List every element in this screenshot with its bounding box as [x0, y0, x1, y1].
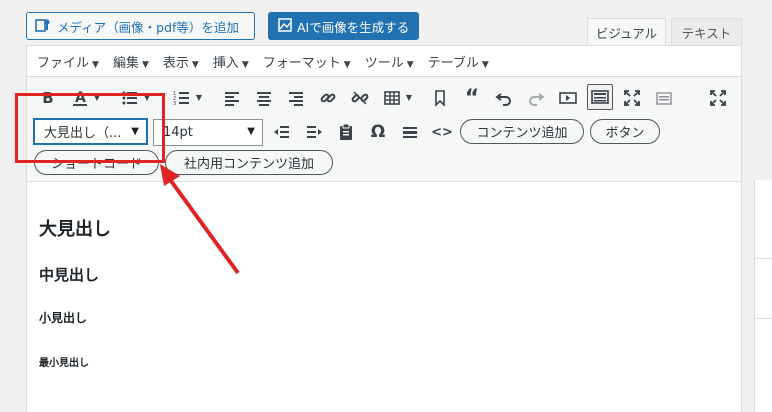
media-icon	[35, 17, 51, 36]
chevron-down-icon: ▼	[481, 59, 489, 70]
svg-text:3: 3	[173, 101, 176, 107]
font-size-select-value: 14pt	[163, 125, 193, 140]
tab-visual[interactable]: ビジュアル	[587, 18, 666, 45]
menu-file-label: ファイル	[37, 55, 90, 71]
button-insert-button[interactable]: ボタン	[590, 119, 660, 144]
menu-table[interactable]: テーブル ▼	[428, 52, 489, 71]
horizontal-line-icon[interactable]	[397, 119, 423, 145]
special-char-icon[interactable]: Ω	[365, 119, 391, 145]
heading-mid: 中見出し	[39, 266, 100, 284]
menu-table-label: テーブル	[427, 55, 479, 71]
button-insert-label: ボタン	[605, 126, 645, 141]
menu-insert[interactable]: 挿入 ▼	[213, 52, 249, 71]
blockquote-icon[interactable]: “	[459, 85, 485, 111]
chevron-down-icon: ▼	[343, 59, 351, 70]
chevron-down-icon: ▼	[241, 59, 249, 70]
numbered-list-icon[interactable]: 123 ▼	[169, 85, 202, 111]
menu-file[interactable]: ファイル ▼	[37, 52, 99, 71]
align-right-icon[interactable]	[283, 85, 309, 111]
content-add-button[interactable]: コンテンツ追加	[460, 119, 584, 144]
chevron-down-icon: ▼	[406, 59, 414, 70]
side-panel-edge	[754, 180, 772, 412]
menu-view[interactable]: 表示 ▼	[163, 52, 199, 71]
clipboard-icon[interactable]	[333, 119, 359, 145]
indent-icon[interactable]	[301, 119, 327, 145]
font-size-select[interactable]: 14pt ▼	[153, 119, 263, 146]
add-media-label: メディア（画像・pdf等）を追加	[57, 19, 239, 35]
ai-generate-label: AIで画像を生成する	[297, 19, 410, 35]
menu-tools-label: ツール	[364, 55, 404, 71]
table-icon[interactable]: ▼	[379, 85, 412, 111]
toolbar-toggle-icon[interactable]	[587, 84, 613, 110]
align-left-icon[interactable]	[219, 85, 245, 111]
tab-text[interactable]: テキスト	[671, 18, 742, 45]
code-icon[interactable]: <>	[429, 119, 455, 145]
chevron-down-icon: ▼	[92, 59, 99, 70]
heading-small: 小見出し	[39, 311, 88, 325]
menu-insert-label: 挿入	[212, 55, 239, 71]
add-media-button[interactable]: メディア（画像・pdf等）を追加	[26, 12, 255, 40]
link-icon[interactable]	[315, 85, 341, 111]
tab-text-label: テキスト	[681, 25, 732, 41]
align-center-icon[interactable]	[251, 85, 277, 111]
media-embed-icon[interactable]	[555, 85, 581, 111]
bookmark-icon[interactable]	[427, 85, 453, 111]
menu-view-label: 表示	[162, 55, 189, 71]
chevron-down-icon: ▼	[247, 126, 255, 137]
fullscreen-icon[interactable]	[619, 85, 645, 111]
unlink-icon[interactable]	[347, 85, 373, 111]
menu-edit-label: 編集	[112, 55, 139, 71]
menu-edit[interactable]: 編集 ▼	[113, 52, 149, 71]
outdent-icon[interactable]	[269, 119, 295, 145]
content-add-label: コンテンツ追加	[476, 126, 568, 141]
distraction-free-icon[interactable]	[705, 85, 731, 111]
chevron-down-icon: ▼	[191, 59, 199, 70]
menu-format-label: フォーマット	[262, 55, 341, 71]
menubar: ファイル ▼ 編集 ▼ 表示 ▼ 挿入 ▼ フォーマット ▼ ツール ▼ テーブル ▼	[27, 46, 741, 77]
menu-format[interactable]: フォーマット ▼	[263, 52, 351, 71]
redo-icon[interactable]	[523, 85, 549, 111]
image-icon	[278, 17, 292, 35]
annotation-highlight-box	[15, 93, 165, 163]
undo-icon[interactable]	[491, 85, 517, 111]
paste-text-icon[interactable]	[651, 85, 677, 111]
menu-tools[interactable]: ツール ▼	[365, 52, 414, 71]
heading-min: 最小見出し	[39, 358, 89, 369]
chevron-down-icon: ▼	[141, 59, 149, 70]
ai-generate-button[interactable]: AIで画像を生成する	[268, 12, 419, 40]
heading-large: 大見出し	[39, 219, 111, 240]
tab-visual-label: ビジュアル	[595, 25, 658, 41]
annotation-arrow	[160, 164, 240, 275]
